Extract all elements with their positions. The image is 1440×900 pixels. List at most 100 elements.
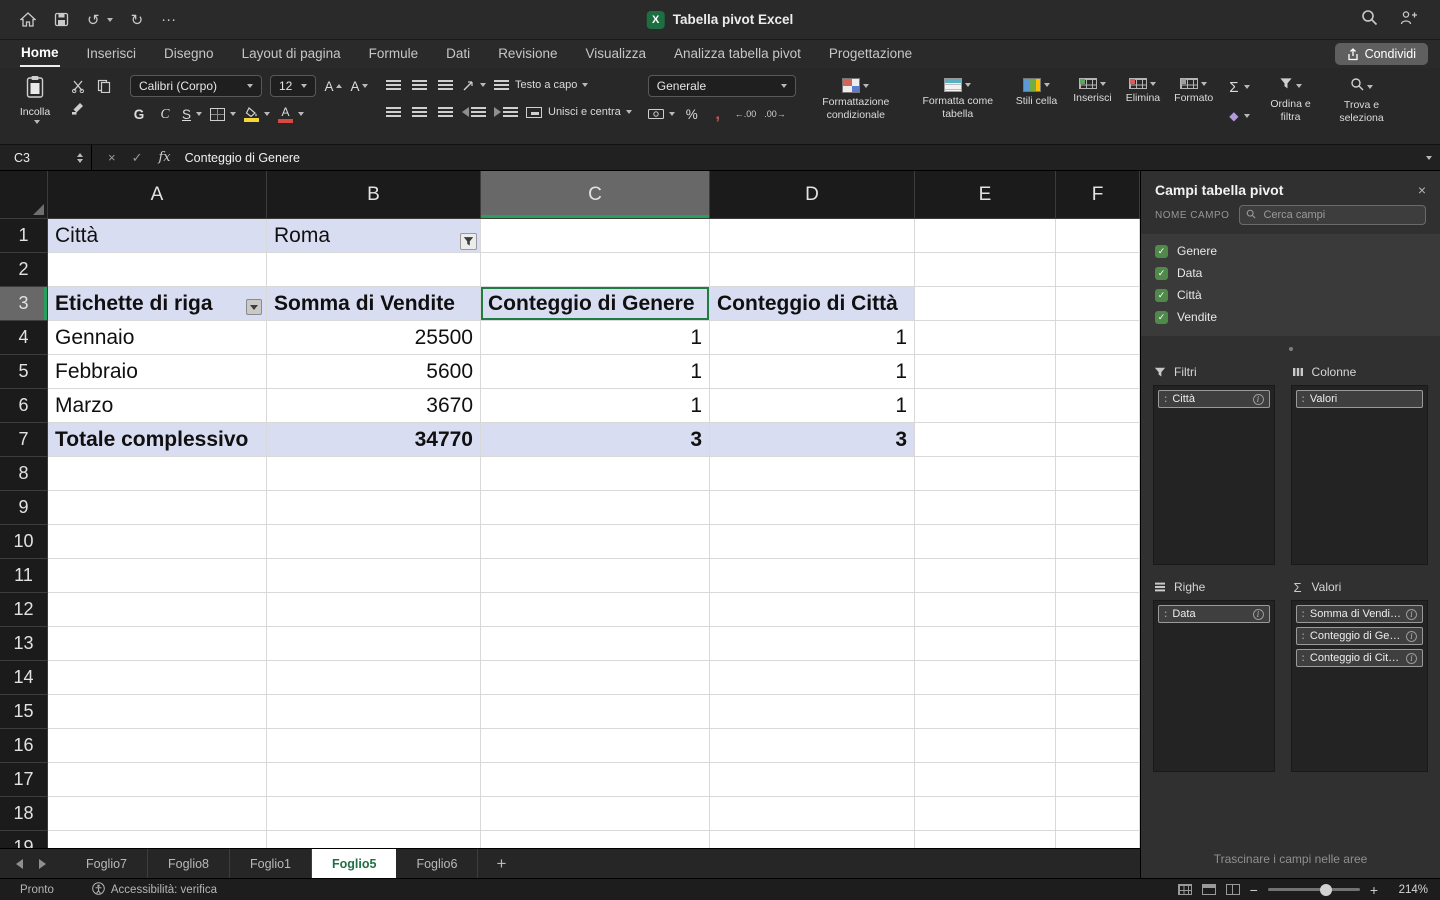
orientation-icon[interactable] [462,75,486,95]
cell-C1[interactable] [481,219,710,253]
cell-A12[interactable] [48,593,267,627]
cell-F12[interactable] [1056,593,1140,627]
copy-icon[interactable] [94,79,114,93]
fx-icon[interactable]: fx [159,150,171,165]
cell-F8[interactable] [1056,457,1140,491]
tab-progettazione[interactable]: Progettazione [828,43,913,66]
paste-button[interactable]: Incolla [12,75,58,124]
cell-E12[interactable] [915,593,1056,627]
tab-home[interactable]: Home [20,42,60,67]
align-center-icon[interactable] [410,102,428,122]
cell-C4[interactable]: 1 [481,321,710,355]
checkbox-genere[interactable]: ✓ [1155,244,1168,258]
align-middle-icon[interactable] [410,75,428,95]
home-icon[interactable] [20,12,36,27]
row-header-12[interactable]: 12 [0,593,48,627]
cell-C10[interactable] [481,525,710,559]
cell-B9[interactable] [267,491,481,525]
save-icon[interactable] [54,12,69,27]
sheet-tab-foglio5[interactable]: Foglio5 [312,849,397,878]
cell-D10[interactable] [710,525,915,559]
cell-A9[interactable] [48,491,267,525]
field-item-data[interactable]: ✓ Data [1141,262,1440,284]
sheet-nav-right-icon[interactable] [39,858,46,869]
cell-B5[interactable]: 5600 [267,355,481,389]
cell-B15[interactable] [267,695,481,729]
field-pill-data[interactable]: : Data i [1158,605,1270,623]
cell-E11[interactable] [915,559,1056,593]
column-header-F[interactable]: F [1056,171,1140,219]
cell-F7[interactable] [1056,423,1140,457]
area-box-valori[interactable]: : Somma di Vendi… i: Conteggio di Ge… i: Cont… [1290,600,1428,772]
cell-C6[interactable]: 1 [481,389,710,423]
delete-cells-button[interactable]: Elimina [1126,78,1160,105]
row-header-2[interactable]: 2 [0,253,48,287]
conditional-formatting-button[interactable]: Formattazione condizionale [812,78,900,121]
tab-dati[interactable]: Dati [445,43,471,66]
cell-C9[interactable] [481,491,710,525]
cell-B13[interactable] [267,627,481,661]
field-item-citt-[interactable]: ✓ Città [1141,284,1440,306]
accounting-format-icon[interactable] [647,104,675,124]
cell-F14[interactable] [1056,661,1140,695]
row-header-3[interactable]: 3 [0,287,48,321]
undo-icon[interactable]: ↺ [87,11,113,29]
cell-B3[interactable]: Somma di Vendite [267,287,481,321]
cell-A4[interactable]: Gennaio [48,321,267,355]
zoom-slider[interactable] [1267,883,1360,896]
cell-D19[interactable] [710,831,915,848]
field-pill-conteggio-di-cit-[interactable]: : Conteggio di Cit… i [1295,649,1423,667]
zoom-slider-knob[interactable] [1319,883,1332,896]
cell-A15[interactable] [48,695,267,729]
enter-icon[interactable]: ✓ [132,150,143,166]
tab-revisione[interactable]: Revisione [497,43,558,66]
share-icon[interactable] [1400,10,1418,30]
cell-E4[interactable] [915,321,1056,355]
align-bottom-icon[interactable] [436,75,454,95]
autosum-button[interactable]: Σ [1229,77,1250,97]
increase-indent-icon[interactable] [494,102,518,122]
italic-button[interactable]: C [156,104,174,124]
row-header-1[interactable]: 1 [0,219,48,253]
cell-E5[interactable] [915,355,1056,389]
percent-style-icon[interactable]: % [683,104,701,124]
sheet-tab-foglio6[interactable]: Foglio6 [396,849,479,878]
cell-E13[interactable] [915,627,1056,661]
sheet-tab-foglio8[interactable]: Foglio8 [148,849,230,878]
find-select-button[interactable]: Trova e seleziona [1332,77,1392,124]
cell-B16[interactable] [267,729,481,763]
tab-disegno[interactable]: Disegno [163,43,215,66]
checkbox-citt-[interactable]: ✓ [1155,288,1168,302]
cell-B10[interactable] [267,525,481,559]
cell-B8[interactable] [267,457,481,491]
cell-D15[interactable] [710,695,915,729]
row-header-11[interactable]: 11 [0,559,48,593]
row-header-17[interactable]: 17 [0,763,48,797]
cell-C3[interactable]: Conteggio di Genere [481,287,710,321]
cell-A10[interactable] [48,525,267,559]
cell-C11[interactable] [481,559,710,593]
cell-C12[interactable] [481,593,710,627]
cell-B14[interactable] [267,661,481,695]
cell-B6[interactable]: 3670 [267,389,481,423]
cell-A17[interactable] [48,763,267,797]
comma-style-icon[interactable]: , [709,104,727,124]
cell-C16[interactable] [481,729,710,763]
search-field[interactable] [1239,205,1426,225]
align-right-icon[interactable] [436,102,454,122]
cell-C5[interactable]: 1 [481,355,710,389]
cell-F19[interactable] [1056,831,1140,848]
zoom-in-button[interactable]: + [1370,882,1378,898]
cell-C18[interactable] [481,797,710,831]
area-box-filtri[interactable]: : Città i [1153,385,1275,565]
info-icon[interactable]: i [1406,630,1417,642]
cell-F18[interactable] [1056,797,1140,831]
cell-B4[interactable]: 25500 [267,321,481,355]
cell-B18[interactable] [267,797,481,831]
cell-B7[interactable]: 34770 [267,423,481,457]
cell-C17[interactable] [481,763,710,797]
cell-D9[interactable] [710,491,915,525]
row-header-10[interactable]: 10 [0,525,48,559]
cell-D6[interactable]: 1 [710,389,915,423]
tab-layout-di-pagina[interactable]: Layout di pagina [241,43,342,66]
